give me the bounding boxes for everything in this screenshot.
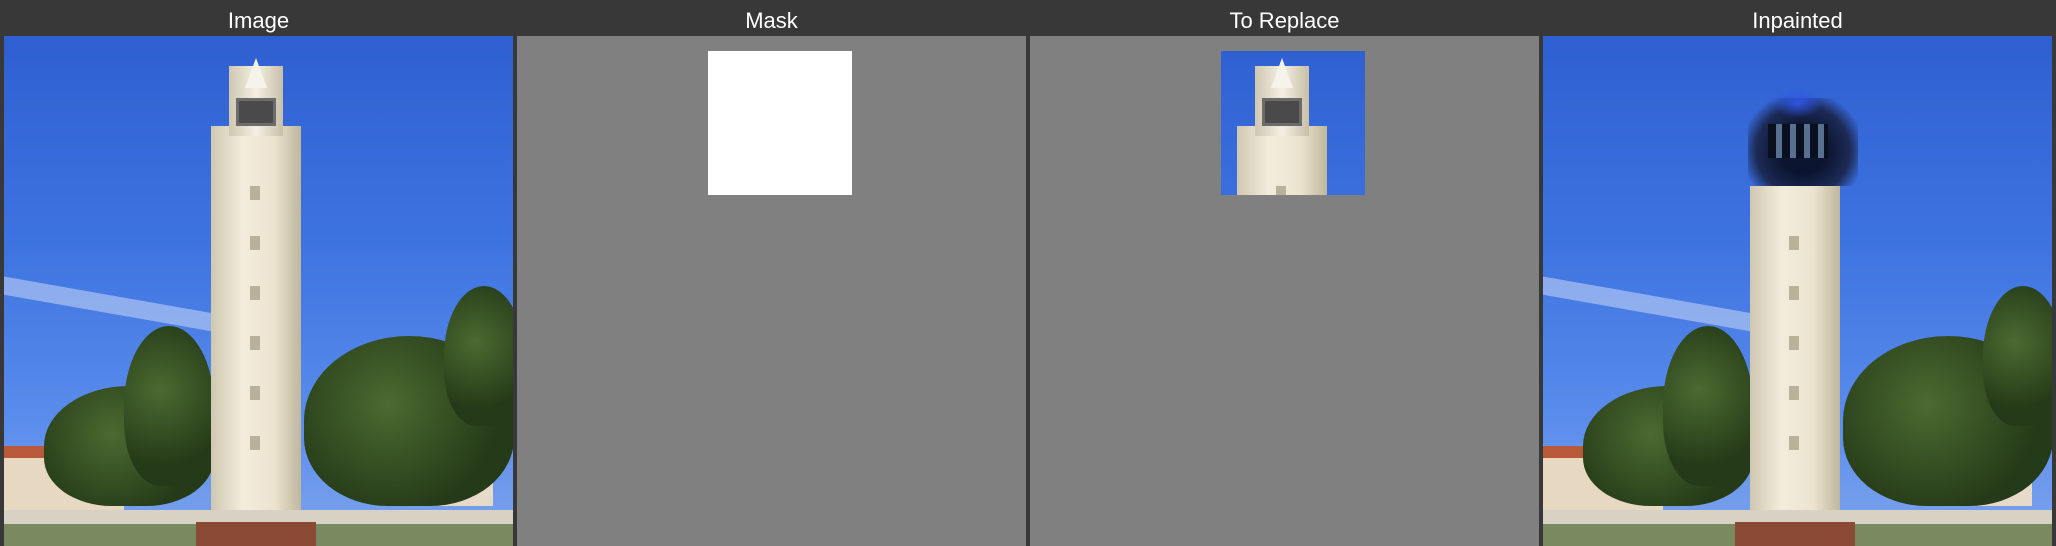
panel-title-mask: Mask xyxy=(517,0,1026,36)
panel-mask: Mask xyxy=(517,0,1026,546)
image-view xyxy=(4,36,513,546)
panel-title-inpainted: Inpainted xyxy=(1543,0,2052,36)
mask-region xyxy=(708,51,852,195)
replace-crop xyxy=(1221,51,1365,195)
panel-title-image: Image xyxy=(4,0,513,36)
panel-image: Image xyxy=(4,0,513,546)
to-replace-view xyxy=(1030,36,1539,546)
panel-inpainted: Inpainted xyxy=(1543,0,2052,546)
comparison-panels: Image Mask To Replace Inpainted xyxy=(0,0,2056,546)
panel-to-replace: To Replace xyxy=(1030,0,1539,546)
panel-title-to-replace: To Replace xyxy=(1030,0,1539,36)
inpainted-photo xyxy=(1543,36,2052,546)
inpainted-view xyxy=(1543,36,2052,546)
tower-photo xyxy=(4,36,513,546)
mask-view xyxy=(517,36,1026,546)
